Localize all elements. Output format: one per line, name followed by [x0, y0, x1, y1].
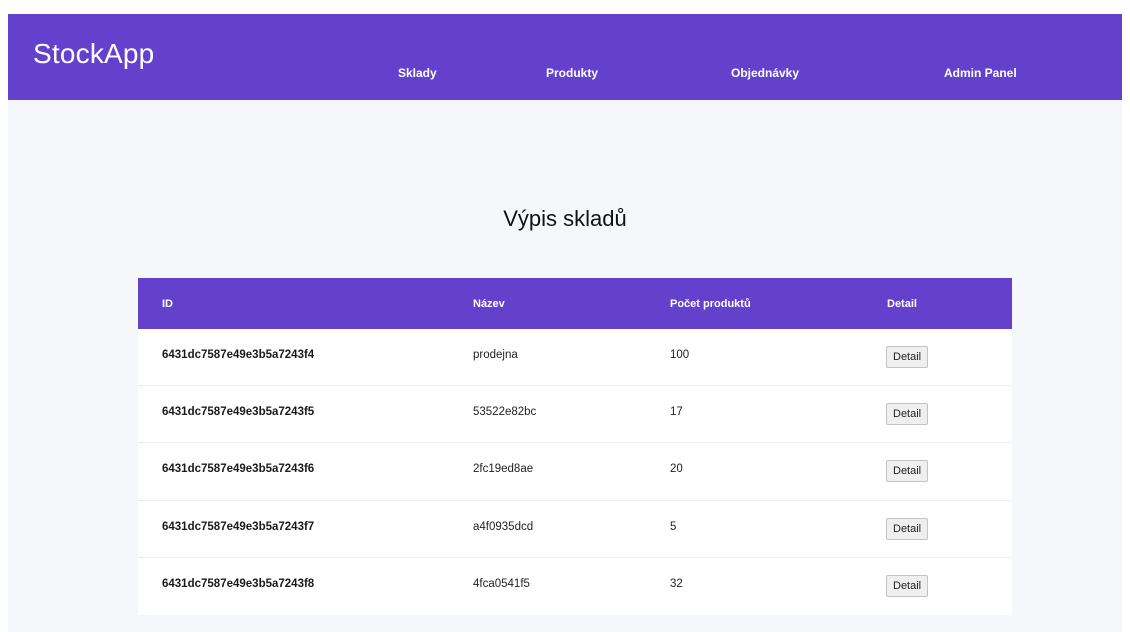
detail-button[interactable]: Detail: [886, 517, 929, 540]
cell-product-count: 32: [670, 577, 683, 590]
table-row: 6431dc7587e49e3b5a7243f5 53522e82bc 17 D…: [138, 386, 1012, 444]
nav-link-objednavky[interactable]: Objednávky: [731, 66, 799, 80]
brand-logo[interactable]: StockApp: [33, 38, 154, 70]
column-header-product-count: Počet produktů: [670, 298, 751, 310]
warehouse-table: ID Název Počet produktů Detail 6431dc758…: [138, 278, 1012, 615]
page-title: Výpis skladů: [503, 206, 627, 231]
table-header: ID Název Počet produktů Detail: [138, 278, 1012, 329]
detail-button[interactable]: Detail: [886, 346, 929, 368]
cell-id: 6431dc7587e49e3b5a7243f4: [162, 349, 315, 361]
nav-link-admin-panel[interactable]: Admin Panel: [944, 66, 1017, 80]
nav-link-sklady[interactable]: Sklady: [398, 66, 437, 80]
column-header-name: Název: [473, 298, 505, 310]
column-header-detail: Detail: [887, 298, 917, 310]
column-header-id: ID: [162, 298, 173, 310]
cell-id: 6431dc7587e49e3b5a7243f7: [162, 520, 315, 533]
table-row: 6431dc7587e49e3b5a7243f7 a4f0935dcd 5 De…: [138, 500, 1012, 558]
cell-product-count: 100: [670, 349, 690, 361]
cell-name: prodejna: [473, 349, 518, 361]
cell-product-count: 5: [670, 520, 677, 533]
nav-link-produkty[interactable]: Produkty: [546, 66, 598, 80]
cell-name: a4f0935dcd: [473, 520, 534, 533]
cell-id: 6431dc7587e49e3b5a7243f8: [162, 577, 315, 590]
cell-name: 4fca0541f5: [473, 577, 530, 590]
table-row: 6431dc7587e49e3b5a7243f8 4fca0541f5 32 D…: [138, 557, 1012, 615]
cell-name: 2fc19ed8ae: [473, 463, 534, 476]
cell-name: 53522e82bc: [473, 406, 537, 419]
detail-button[interactable]: Detail: [886, 460, 929, 483]
navbar: StockApp Sklady Produkty Objednávky Admi…: [8, 14, 1122, 100]
cell-product-count: 20: [670, 463, 683, 476]
table-row: 6431dc7587e49e3b5a7243f4 prodejna 100 De…: [138, 329, 1012, 387]
detail-button[interactable]: Detail: [886, 574, 929, 597]
cell-id: 6431dc7587e49e3b5a7243f6: [162, 463, 315, 476]
cell-product-count: 17: [670, 406, 683, 419]
detail-button[interactable]: Detail: [886, 403, 929, 426]
table-row: 6431dc7587e49e3b5a7243f6 2fc19ed8ae 20 D…: [138, 443, 1012, 501]
cell-id: 6431dc7587e49e3b5a7243f5: [162, 406, 315, 419]
app-frame: StockApp Sklady Produkty Objednávky Admi…: [8, 14, 1122, 632]
